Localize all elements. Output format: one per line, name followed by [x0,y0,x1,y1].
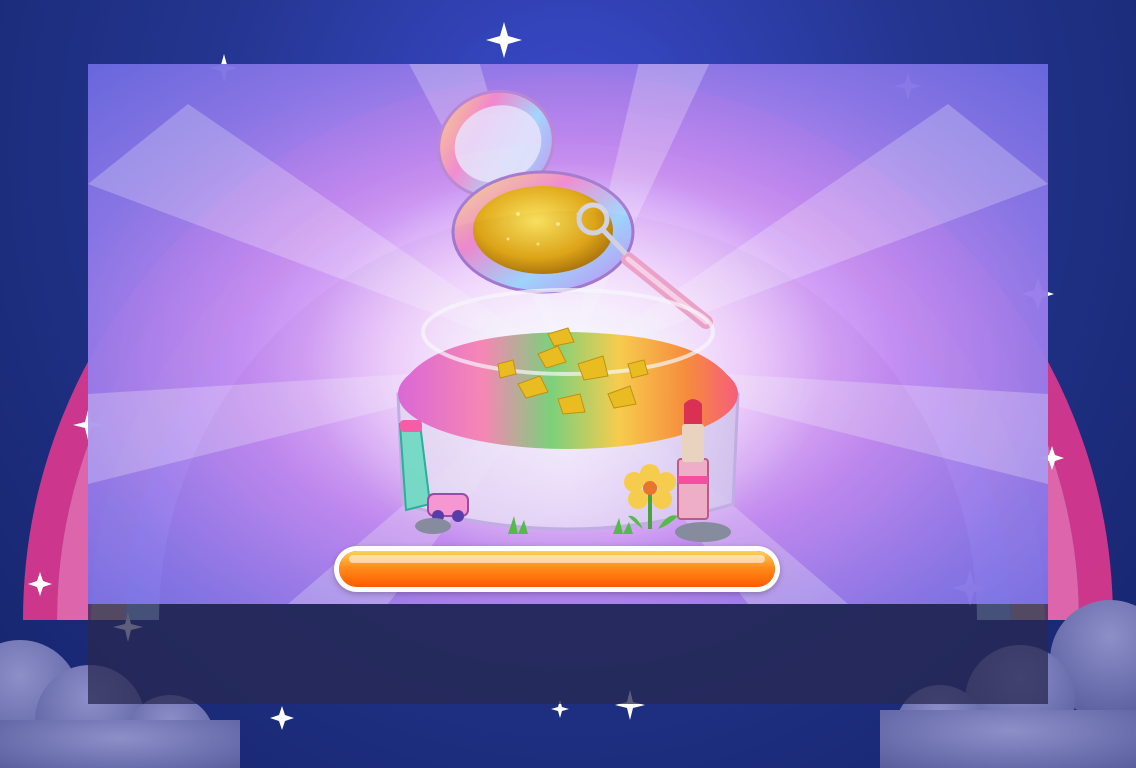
sparkle-star-icon [270,706,294,730]
progress-bar [334,546,780,592]
progress-shine [349,555,765,563]
sparkle-star-icon [486,22,522,58]
flower-icon [624,464,678,529]
bottom-band [88,604,1048,704]
stage-artwork [88,64,1048,604]
progress-track [339,551,775,587]
stage-panel [88,64,1048,604]
